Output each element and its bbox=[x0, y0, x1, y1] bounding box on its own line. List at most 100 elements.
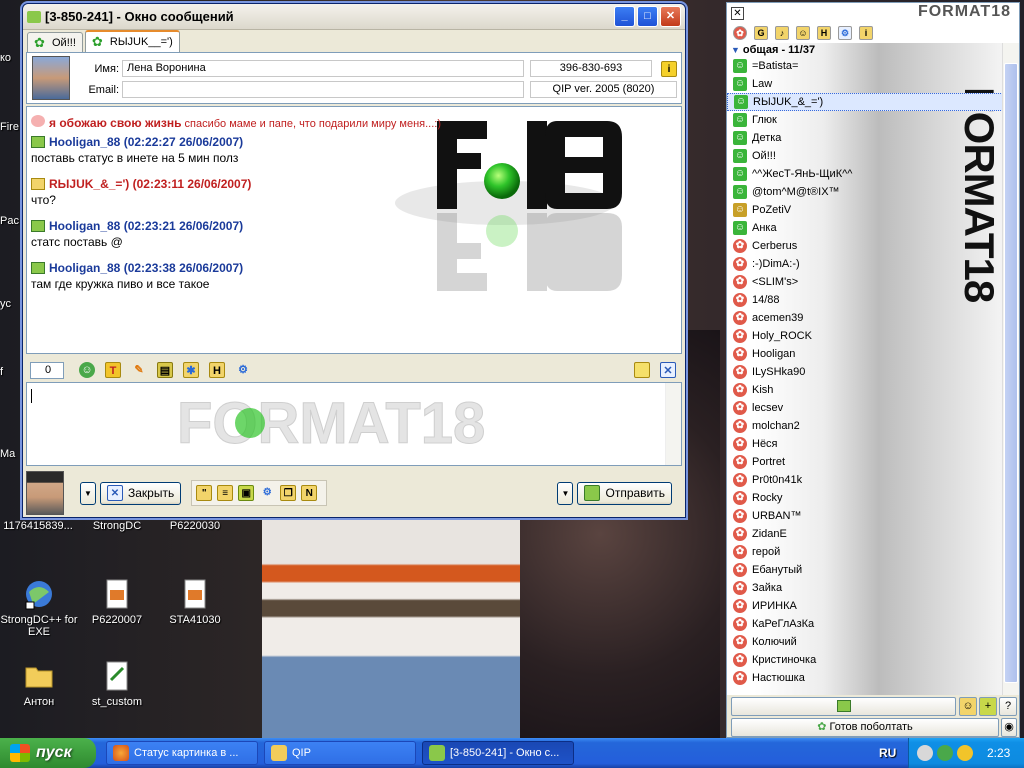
font-icon[interactable]: T bbox=[105, 362, 121, 378]
email-field[interactable] bbox=[122, 81, 524, 98]
contact-item[interactable]: ☺ @tom^M@t®IX™ bbox=[727, 183, 1003, 201]
close-options-dropdown[interactable]: ▼ bbox=[80, 481, 96, 505]
clock[interactable]: 2:23 bbox=[987, 746, 1010, 760]
close-window-button[interactable]: ✕ bbox=[660, 6, 681, 27]
template-icon[interactable]: ≡ bbox=[217, 485, 234, 501]
contact-item[interactable]: ✿ ILySHka90 bbox=[727, 363, 1003, 381]
desktop-icon-file[interactable]: st_custom bbox=[78, 660, 156, 708]
uin-field[interactable]: 396-830-693 bbox=[530, 60, 652, 77]
help-button[interactable]: ? bbox=[999, 697, 1017, 716]
info-icon[interactable]: i bbox=[859, 26, 873, 40]
contact-list[interactable]: FORMAT18 ▼ общая - 11/37 ☺ =Batista= ☺ Law ☺… bbox=[727, 43, 1003, 695]
qip-tray-icon[interactable] bbox=[937, 745, 953, 761]
tools-icon[interactable]: ⚙ bbox=[259, 485, 275, 501]
copy-icon[interactable]: ❐ bbox=[280, 485, 297, 501]
contacts-icon[interactable]: ☺ bbox=[796, 26, 810, 40]
contact-item[interactable]: ✿ Cerberus bbox=[727, 237, 1003, 255]
taskbar-item-qip[interactable]: QIP bbox=[264, 741, 416, 765]
send-button[interactable]: Отправить bbox=[577, 481, 672, 505]
contact-item[interactable]: ✿ Holy_ROCK bbox=[727, 327, 1003, 345]
tray-arrow-icon[interactable] bbox=[917, 745, 933, 761]
contact-item[interactable]: ✿ Настюшка bbox=[727, 669, 1003, 687]
main-menu-button[interactable] bbox=[731, 697, 956, 716]
scrollbar-thumb[interactable] bbox=[1004, 63, 1018, 683]
contact-item[interactable]: ✿ 14/88 bbox=[727, 291, 1003, 309]
contact-item[interactable]: ✿ <SLIM's> bbox=[727, 273, 1003, 291]
close-input-icon[interactable]: ✕ bbox=[660, 362, 676, 378]
contact-item[interactable]: ☺ ^^ЖесТ-ЯнЬ-ЩиК^^ bbox=[727, 165, 1003, 183]
desktop-icon-image[interactable]: P6220007 bbox=[78, 578, 156, 626]
tools-icon[interactable]: ⚙ bbox=[235, 362, 251, 378]
contact-item[interactable]: ✿ lecsev bbox=[727, 399, 1003, 417]
contact-item[interactable]: ✿ Kish bbox=[727, 381, 1003, 399]
contact-item[interactable]: ☺ PoZetiV bbox=[727, 201, 1003, 219]
special-chars-icon[interactable]: ✱ bbox=[183, 362, 199, 378]
save-icon[interactable]: ▤ bbox=[157, 362, 173, 378]
g-icon[interactable]: G bbox=[754, 26, 768, 40]
contact-item[interactable]: ✿ Нёся bbox=[727, 435, 1003, 453]
status-flower-icon[interactable]: ✿ bbox=[733, 26, 747, 40]
desktop-icon-strongdc[interactable]: StrongDC bbox=[78, 520, 156, 532]
contact-item[interactable]: ☺ RЫJUK_&_=') bbox=[727, 93, 1003, 111]
minimize-button[interactable]: _ bbox=[614, 6, 635, 27]
info-icon[interactable]: i bbox=[661, 61, 677, 77]
maximize-button[interactable]: □ bbox=[637, 6, 658, 27]
contact-item[interactable]: ☺ Ой!!! bbox=[727, 147, 1003, 165]
privacy-eye-button[interactable]: ◉ bbox=[1001, 718, 1017, 737]
close-icon[interactable]: ✕ bbox=[731, 7, 744, 20]
contact-item[interactable]: ☺ =Batista= bbox=[727, 57, 1003, 75]
contact-item[interactable]: ✿ acemen39 bbox=[727, 309, 1003, 327]
status-button[interactable]: ✿ Готов поболтать bbox=[731, 718, 999, 737]
desktop-icon-strongdc-exe[interactable]: StrongDC++ for EXE bbox=[0, 578, 78, 638]
contact-item[interactable]: ✿ ИРИНКА bbox=[727, 597, 1003, 615]
color-icon[interactable]: ✎ bbox=[131, 362, 147, 378]
contact-item[interactable]: ✿ Колючий bbox=[727, 633, 1003, 651]
settings-icon[interactable]: ⚙ bbox=[838, 26, 852, 40]
contact-item[interactable]: ☺ Детка bbox=[727, 129, 1003, 147]
quote-icon[interactable]: " bbox=[196, 485, 213, 501]
contact-item[interactable]: ✿ ZidanE bbox=[727, 525, 1003, 543]
desktop-icon-folder[interactable]: Антон bbox=[0, 660, 78, 708]
history-icon[interactable]: H bbox=[817, 26, 831, 40]
notes-n-icon[interactable]: N bbox=[301, 485, 318, 501]
contact-item[interactable]: ✿ molchan2 bbox=[727, 417, 1003, 435]
contact-item[interactable]: ✿ Hooligan bbox=[727, 345, 1003, 363]
contact-item[interactable]: ✿ Кристиночка bbox=[727, 651, 1003, 669]
desktop-icon-photo[interactable]: P6220030 bbox=[156, 520, 234, 532]
contact-item[interactable]: ✿ Portret bbox=[727, 453, 1003, 471]
add-contact-button[interactable]: + bbox=[979, 697, 997, 716]
sound-icon[interactable]: ♪ bbox=[775, 26, 789, 40]
name-field[interactable]: Лена Воронина bbox=[122, 60, 524, 77]
history-icon[interactable]: H bbox=[209, 362, 225, 378]
contact-item[interactable]: ☺ Глюк bbox=[727, 111, 1003, 129]
tray-icon[interactable] bbox=[957, 745, 973, 761]
taskbar-item-browser[interactable]: Статус картинка в ... bbox=[106, 741, 258, 765]
contact-item[interactable]: ✿ Pr0t0n41k bbox=[727, 471, 1003, 489]
contact-item[interactable]: ✿ Ебанутый bbox=[727, 561, 1003, 579]
contact-item[interactable]: ✿:-)DimA:-) bbox=[727, 255, 1003, 273]
desktop-icon-file[interactable]: 1176415839... bbox=[0, 520, 76, 532]
group-header[interactable]: ▼ общая - 11/37 bbox=[727, 43, 1003, 57]
contact-item[interactable]: ✿ Зайка bbox=[727, 579, 1003, 597]
contact-item[interactable]: ✿ URBAN™ bbox=[727, 507, 1003, 525]
contact-item[interactable]: ☺ Анка bbox=[727, 219, 1003, 237]
note-icon[interactable] bbox=[634, 362, 650, 378]
input-scrollbar[interactable] bbox=[665, 383, 681, 465]
message-input[interactable]: FORMAT18 bbox=[26, 382, 682, 466]
contact-list-scrollbar[interactable] bbox=[1002, 43, 1019, 695]
contact-item[interactable]: ✿ КаРеГлАзКа bbox=[727, 615, 1003, 633]
chat-history[interactable]: я обожаю свою жизнь спасибо маме и папе,… bbox=[26, 106, 682, 354]
taskbar-item-message-window[interactable]: [3-850-241] - Окно с... bbox=[422, 741, 574, 765]
send-options-dropdown[interactable]: ▼ bbox=[557, 481, 574, 505]
contact-item[interactable]: ✿ Rocky bbox=[727, 489, 1003, 507]
start-button[interactable]: пуск bbox=[0, 738, 96, 768]
contact-item[interactable]: ✿ герой bbox=[727, 543, 1003, 561]
contact-list-header[interactable]: ✕ FORMAT18 bbox=[727, 3, 1019, 23]
tab-contact-1[interactable]: ✿ Ой!!! bbox=[27, 32, 83, 52]
search-user-button[interactable]: ☺ bbox=[959, 697, 977, 716]
tab-contact-2[interactable]: ✿ RЫJUK__=') bbox=[84, 30, 180, 52]
info-card-icon[interactable]: ▣ bbox=[238, 485, 255, 501]
close-button[interactable]: ✕ Закрыть bbox=[100, 481, 182, 505]
message-window-titlebar[interactable]: [3-850-241] - Окно сообщений _ □ ✕ bbox=[23, 4, 685, 30]
language-indicator[interactable]: RU bbox=[879, 746, 896, 760]
